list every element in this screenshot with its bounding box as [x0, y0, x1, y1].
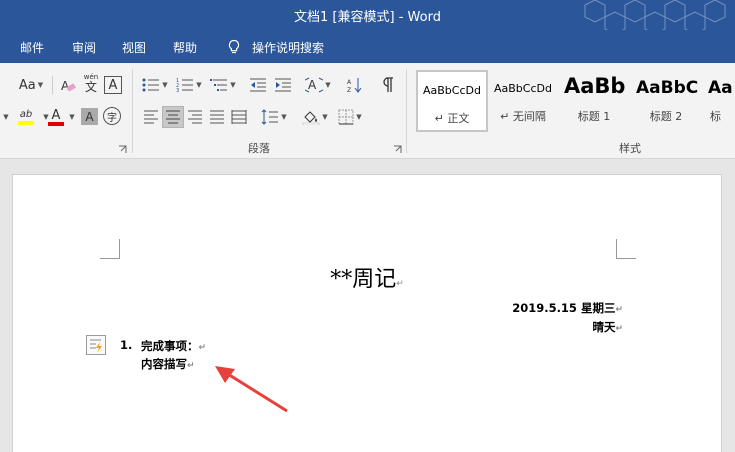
font-color-button[interactable]: A: [44, 106, 68, 128]
highlight-button[interactable]: ab: [12, 106, 40, 128]
character-shading-button[interactable]: A: [81, 108, 98, 125]
align-right-icon[interactable]: [184, 106, 206, 128]
margin-corner-top-right: [616, 239, 636, 259]
ribbon: Aa ▼ A wén 文 A ▼ ab ▼ A ▼ A 字 ▼ 1 2 3 ▼ ▼: [0, 63, 735, 159]
style-heading-2[interactable]: AaBbC 标题 2: [630, 68, 702, 130]
bullets-button[interactable]: ▼: [140, 74, 170, 96]
group-divider: [132, 69, 133, 153]
numbered-list-icon: 123: [176, 78, 194, 93]
styles-group-label: 样式: [619, 142, 641, 155]
svg-text:3: 3: [176, 88, 179, 93]
tab-review[interactable]: 审阅: [72, 39, 96, 56]
increase-indent-icon[interactable]: [272, 74, 294, 96]
multilevel-list-icon: [210, 79, 228, 91]
row-lead: ▼: [3, 113, 9, 121]
line-spacing-button[interactable]: ▼: [258, 106, 290, 128]
list-number: 1.: [120, 338, 133, 352]
font-color-bar: [48, 121, 64, 126]
style-title[interactable]: Aa 标: [702, 68, 735, 130]
margin-corner-top-left: [100, 239, 120, 259]
phonetic-guide-button[interactable]: wén 文: [81, 72, 101, 94]
decrease-indent-icon[interactable]: [247, 74, 269, 96]
font-dialog-launcher-icon[interactable]: [118, 145, 127, 154]
multilevel-list-button[interactable]: ▼: [208, 74, 238, 96]
decorative-pattern: [584, 0, 726, 30]
paint-bucket-icon: [303, 111, 320, 125]
font-color-dropdown[interactable]: ▼: [66, 106, 76, 128]
document-title[interactable]: **周记↵: [13, 261, 721, 293]
distributed-icon[interactable]: [228, 106, 250, 128]
style-heading-1[interactable]: AaBb 标题 1: [558, 68, 630, 130]
date-line[interactable]: 2019.5.15 星期三↵: [512, 300, 623, 316]
paragraph-mark: ↵: [615, 305, 623, 315]
chevron-down-icon: ▼: [69, 113, 75, 121]
asian-layout-button[interactable]: A ▼: [302, 74, 334, 96]
paragraph-mark: ↵: [615, 324, 623, 334]
weather-line[interactable]: 晴天↵: [592, 319, 623, 335]
line-spacing-icon: [261, 109, 279, 125]
tab-mailings[interactable]: 邮件: [20, 39, 44, 56]
shading-button[interactable]: ▼: [299, 106, 331, 128]
style-no-spacing[interactable]: AaBbCcDd ↵ 无间隔: [487, 70, 559, 132]
chevron-down-icon: ▼: [37, 81, 44, 89]
svg-text:Z: Z: [347, 87, 351, 93]
enclose-characters-button[interactable]: 字: [103, 107, 121, 125]
highlight-color-bar: [18, 120, 34, 125]
borders-button[interactable]: ▼: [335, 106, 365, 128]
ribbon-tab-bar: 邮件 审阅 视图 帮助 操作说明搜索: [0, 30, 735, 63]
document-page[interactable]: **周记↵ 2019.5.15 星期三↵ 晴天↵ 1. 完成事项：↵ 内容描写↵: [12, 174, 722, 452]
group-divider: [406, 69, 407, 153]
tab-view[interactable]: 视图: [122, 39, 146, 56]
divider: [52, 76, 53, 94]
tab-help[interactable]: 帮助: [173, 39, 197, 56]
justify-icon[interactable]: [206, 106, 228, 128]
show-marks-icon[interactable]: [376, 74, 398, 96]
align-center-icon[interactable]: [162, 106, 184, 128]
change-case-button[interactable]: Aa ▼: [16, 74, 46, 96]
list-item-content[interactable]: 内容描写↵: [141, 356, 195, 372]
style-normal[interactable]: AaBbCcDd ↵ 正文: [416, 70, 488, 132]
align-left-icon[interactable]: [140, 106, 162, 128]
svg-text:A: A: [308, 78, 317, 92]
svg-text:A: A: [347, 79, 352, 86]
character-border-button[interactable]: A: [104, 76, 122, 94]
paragraph-mark: ↵: [198, 343, 207, 353]
bullet-list-icon: [142, 78, 160, 92]
document-area: **周记↵ 2019.5.15 星期三↵ 晴天↵ 1. 完成事项：↵ 内容描写↵: [0, 159, 735, 452]
borders-icon: [338, 109, 354, 125]
numbering-button[interactable]: 1 2 3 ▼: [174, 74, 204, 96]
list-item[interactable]: 完成事项：↵: [141, 338, 206, 354]
sort-icon[interactable]: AZ: [344, 74, 366, 96]
paragraph-mark: ↵: [396, 279, 404, 289]
asian-layout-icon: A: [305, 77, 324, 93]
clear-formatting-icon[interactable]: A: [58, 74, 78, 96]
title-bar: 文档1 [兼容模式] - Word: [0, 0, 735, 30]
autocorrect-options-icon[interactable]: [86, 335, 106, 355]
lightbulb-icon[interactable]: [226, 39, 242, 55]
tell-me-search[interactable]: 操作说明搜索: [252, 39, 324, 56]
paragraph-group-label: 段落: [248, 142, 270, 155]
paragraph-dialog-launcher-icon[interactable]: [393, 145, 402, 154]
annotation-arrow-icon: [215, 366, 288, 413]
paragraph-mark: ↵: [187, 361, 195, 371]
